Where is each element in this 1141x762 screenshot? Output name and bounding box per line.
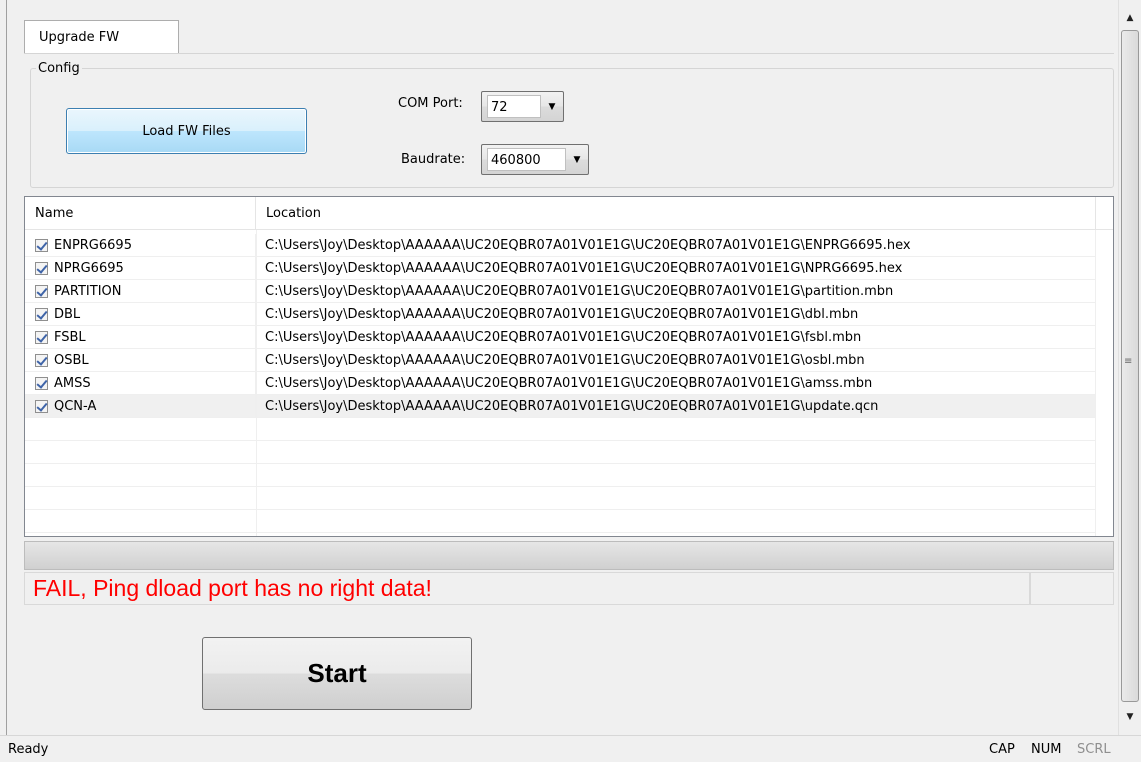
triangle-up-icon[interactable]: ▲	[1119, 8, 1141, 28]
status-message: FAIL, Ping dload port has no right data!	[24, 572, 1030, 605]
checkbox[interactable]	[35, 262, 48, 275]
chevron-down-icon: ▼	[573, 154, 581, 165]
table-row[interactable]: PARTITION C:\Users\Joy\Desktop\AAAAAA\UC2…	[25, 280, 1095, 303]
table-row[interactable]: QCN-A C:\Users\Joy\Desktop\AAAAAA\UC20EQB…	[25, 395, 1095, 418]
checkbox[interactable]	[35, 377, 48, 390]
com-port-select[interactable]: 72 ▼	[481, 91, 564, 122]
status-bar: Ready CAP NUM SCRL	[0, 735, 1141, 762]
row-name-cell: ENPRG6695	[25, 234, 256, 257]
progress-bar	[24, 541, 1114, 570]
config-group-label: Config	[36, 61, 82, 76]
row-location: C:\Users\Joy\Desktop\AAAAAA\UC20EQBR07A0…	[265, 399, 879, 414]
row-location: C:\Users\Joy\Desktop\AAAAAA\UC20EQBR07A0…	[265, 376, 873, 391]
row-location: C:\Users\Joy\Desktop\AAAAAA\UC20EQBR07A0…	[265, 307, 859, 322]
baudrate-label: Baudrate:	[401, 152, 466, 167]
com-port-label: COM Port:	[398, 96, 463, 111]
load-fw-files-label: Load FW Files	[142, 123, 231, 139]
fw-file-list[interactable]: Name Location ENPRG6695 C:\Users\Joy\Desk…	[24, 196, 1114, 537]
row-name: QCN-A	[54, 399, 97, 414]
row-name: DBL	[54, 307, 81, 322]
chevron-down-icon: ▼	[548, 101, 556, 112]
empty-row	[25, 418, 1095, 441]
load-fw-files-button[interactable]: Load FW Files	[66, 108, 307, 154]
row-name-cell: FSBL	[25, 326, 256, 349]
empty-row	[25, 510, 1095, 533]
checkbox[interactable]	[35, 400, 48, 413]
table-row[interactable]: DBL C:\Users\Joy\Desktop\AAAAAA\UC20EQBR0…	[25, 303, 1095, 326]
row-name: ENPRG6695	[54, 238, 132, 253]
list-header: Name Location	[25, 197, 1113, 230]
column-divider	[1095, 230, 1096, 536]
row-name-cell: OSBL	[25, 349, 256, 372]
row-name-cell: PARTITION	[25, 280, 256, 303]
num-indicator: NUM	[1031, 742, 1062, 757]
table-row[interactable]: ENPRG6695 C:\Users\Joy\Desktop\AAAAAA\UC2…	[25, 234, 1095, 257]
empty-row	[25, 464, 1095, 487]
status-ready: Ready	[8, 742, 49, 757]
column-header-name[interactable]: Name	[25, 197, 256, 230]
grip-icon: ≡	[1124, 356, 1133, 367]
start-label: Start	[307, 658, 367, 688]
row-name-cell: DBL	[25, 303, 256, 326]
row-name: PARTITION	[54, 284, 122, 299]
row-name: NPRG6695	[54, 261, 124, 276]
empty-row	[25, 441, 1095, 464]
checkbox[interactable]	[35, 239, 48, 252]
table-row[interactable]: AMSS C:\Users\Joy\Desktop\AAAAAA\UC20EQBR…	[25, 372, 1095, 395]
checkbox[interactable]	[35, 308, 48, 321]
empty-row	[25, 487, 1095, 510]
row-name-cell: QCN-A	[25, 395, 256, 418]
table-row[interactable]: OSBL C:\Users\Joy\Desktop\AAAAAA\UC20EQBR…	[25, 349, 1095, 372]
baudrate-value: 460800	[487, 148, 566, 171]
baudrate-select[interactable]: 460800 ▼	[481, 144, 589, 175]
com-port-value: 72	[487, 95, 541, 118]
scrl-indicator: SCRL	[1077, 742, 1111, 757]
row-name: OSBL	[54, 353, 89, 368]
row-location: C:\Users\Joy\Desktop\AAAAAA\UC20EQBR07A0…	[265, 284, 894, 299]
start-button[interactable]: Start	[202, 637, 472, 710]
row-location: C:\Users\Joy\Desktop\AAAAAA\UC20EQBR07A0…	[265, 238, 911, 253]
row-name: AMSS	[54, 376, 91, 391]
column-header-location[interactable]: Location	[256, 197, 1096, 230]
checkbox[interactable]	[35, 285, 48, 298]
checkbox[interactable]	[35, 331, 48, 344]
row-name-cell: NPRG6695	[25, 257, 256, 280]
row-name-cell: AMSS	[25, 372, 256, 395]
row-location: C:\Users\Joy\Desktop\AAAAAA\UC20EQBR07A0…	[265, 353, 865, 368]
triangle-down-icon[interactable]: ▼	[1119, 707, 1141, 727]
column-divider	[256, 230, 257, 536]
tab-upgrade-fw[interactable]: Upgrade FW	[24, 20, 179, 54]
cap-indicator: CAP	[989, 742, 1015, 757]
status-extra-field	[1030, 572, 1114, 605]
table-row[interactable]: NPRG6695 C:\Users\Joy\Desktop\AAAAAA\UC20…	[25, 257, 1095, 280]
table-row[interactable]: FSBL C:\Users\Joy\Desktop\AAAAAA\UC20EQBR…	[25, 326, 1095, 349]
vertical-scrollbar[interactable]: ▲ ≡ ▼	[1118, 0, 1141, 735]
row-location: C:\Users\Joy\Desktop\AAAAAA\UC20EQBR07A0…	[265, 330, 862, 345]
checkbox[interactable]	[35, 354, 48, 367]
row-name: FSBL	[54, 330, 86, 345]
window-left-border	[6, 0, 7, 735]
row-location: C:\Users\Joy\Desktop\AAAAAA\UC20EQBR07A0…	[265, 261, 903, 276]
